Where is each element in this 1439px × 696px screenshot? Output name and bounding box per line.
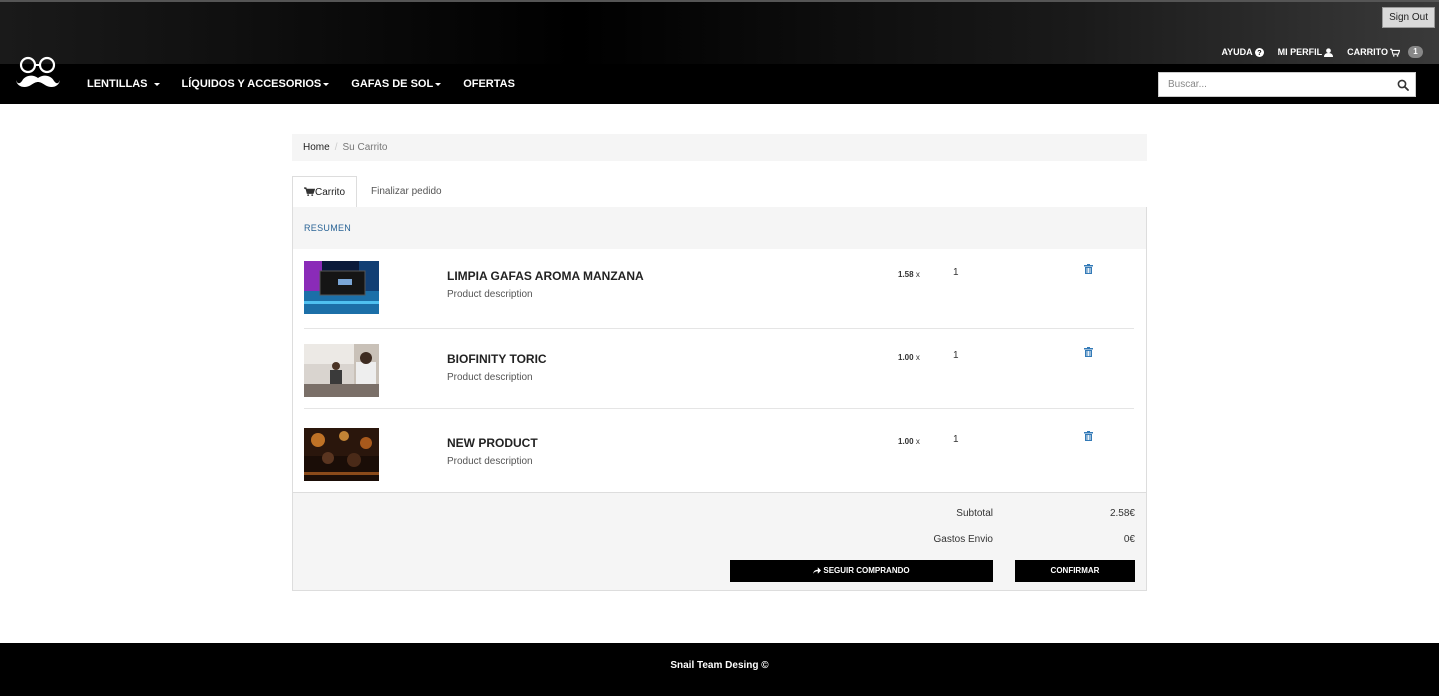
nav-item-label: LENTILLAS [87,78,148,90]
price-multiplier: x [915,353,920,362]
product-thumbnail[interactable] [304,344,379,397]
product-quantity[interactable]: 1 [953,350,959,361]
shipping-label: Gastos Envio [933,534,993,545]
trash-icon[interactable] [1084,431,1093,441]
nav-item-gafas-de-sol[interactable]: GAFAS DE SOL [351,78,442,90]
help-link[interactable]: AYUDA ? [1221,47,1264,57]
price-multiplier: x [915,270,920,279]
trash-icon[interactable] [1084,347,1093,357]
product-price: 1.58 x [898,270,920,279]
cart-count-badge: 1 [1408,46,1423,58]
caret-down-icon [153,82,160,86]
continue-shopping-label: SEGUIR COMPRANDO [823,566,910,575]
cart-icon [304,187,315,196]
svg-text:?: ? [1257,48,1261,57]
question-circle-icon: ? [1254,47,1264,57]
confirm-button[interactable]: CONFIRMAR [1015,560,1135,582]
cart-link-label: CARRITO [1347,47,1388,57]
profile-link-label: MI PERFIL [1277,47,1323,57]
caret-down-icon [323,82,330,86]
subtotal-value: 2.58€ [1109,508,1135,519]
tab-checkout[interactable]: Finalizar pedido [371,176,442,208]
cart-item: BIOFINITY TORIC Product description 1.00… [304,329,1134,409]
shipping-value: 0€ [1123,534,1135,545]
breadcrumb-home[interactable]: Home [303,142,330,153]
nav-item-lentillas[interactable]: LENTILLAS [87,78,160,90]
product-name[interactable]: BIOFINITY TORIC [447,352,547,366]
nav-item-ofertas[interactable]: OFERTAS [463,78,515,90]
cart-link[interactable]: CARRITO 1 [1347,46,1423,58]
footer-text: Snail Team Desing © [670,660,769,671]
search-icon[interactable] [1397,79,1409,91]
nav-item-label: OFERTAS [463,78,515,90]
glasses-mustache-logo[interactable] [16,56,60,94]
tab-cart-label: Carrito [315,187,346,198]
product-name[interactable]: LIMPIA GAFAS AROMA MANZANA [447,269,644,283]
price-value: 1.58 [898,270,914,279]
cart-tabs: Carrito Finalizar pedido [292,176,1147,208]
continue-shopping-button[interactable]: SEGUIR COMPRANDO [730,560,993,582]
product-description: Product description [447,456,533,467]
price-value: 1.00 [898,353,914,362]
breadcrumb-separator: / [334,142,338,153]
help-link-label: AYUDA [1221,47,1253,57]
price-value: 1.00 [898,437,914,446]
search-box [1158,72,1416,97]
breadcrumb-current: Su Carrito [342,142,388,153]
nav-item-label: GAFAS DE SOL [351,78,434,90]
top-links: AYUDA ? MI PERFIL CARRITO 1 [1221,46,1423,58]
order-summary: Subtotal 2.58€ Gastos Envio 0€ SEGUIR CO… [293,492,1146,590]
cart-icon [1390,48,1400,57]
product-description: Product description [447,372,533,383]
footer: Snail Team Desing © [0,643,1439,696]
product-quantity[interactable]: 1 [953,267,959,278]
caret-down-icon [435,82,442,86]
product-quantity[interactable]: 1 [953,434,959,445]
tab-cart[interactable]: Carrito [292,176,357,208]
product-price: 1.00 x [898,353,920,362]
trash-icon[interactable] [1084,264,1093,274]
cart-panel: RESUMEN LIMPIA GAFAS AROMA MANZANA Produ… [292,207,1147,591]
nav-item-label: LÍQUIDOS Y ACCESORIOS [181,78,322,90]
product-description: Product description [447,289,533,300]
cart-item: LIMPIA GAFAS AROMA MANZANA Product descr… [304,249,1134,329]
product-thumbnail[interactable] [304,428,379,481]
summary-heading: RESUMEN [293,207,1146,249]
profile-link[interactable]: MI PERFIL [1278,47,1334,57]
cart-item: NEW PRODUCT Product description 1.00 x 1 [304,412,1134,492]
top-bar: Sign Out AYUDA ? MI PERFIL CARRITO 1 [0,0,1439,64]
product-thumbnail[interactable] [304,261,379,314]
nav-item-liquidos[interactable]: LÍQUIDOS Y ACCESORIOS [182,78,330,90]
subtotal-label: Subtotal [956,508,993,519]
price-multiplier: x [915,437,920,446]
product-price: 1.00 x [898,437,920,446]
share-arrow-icon [813,567,822,575]
search-input[interactable] [1159,73,1384,96]
product-name[interactable]: NEW PRODUCT [447,436,538,450]
user-icon [1324,47,1334,57]
main-navbar: LENTILLAS LÍQUIDOS Y ACCESORIOS GAFAS DE… [0,56,1439,104]
sign-out-button[interactable]: Sign Out [1382,7,1435,28]
breadcrumb: Home / Su Carrito [292,134,1147,161]
nav-menu: LENTILLAS LÍQUIDOS Y ACCESORIOS GAFAS DE… [87,64,537,104]
